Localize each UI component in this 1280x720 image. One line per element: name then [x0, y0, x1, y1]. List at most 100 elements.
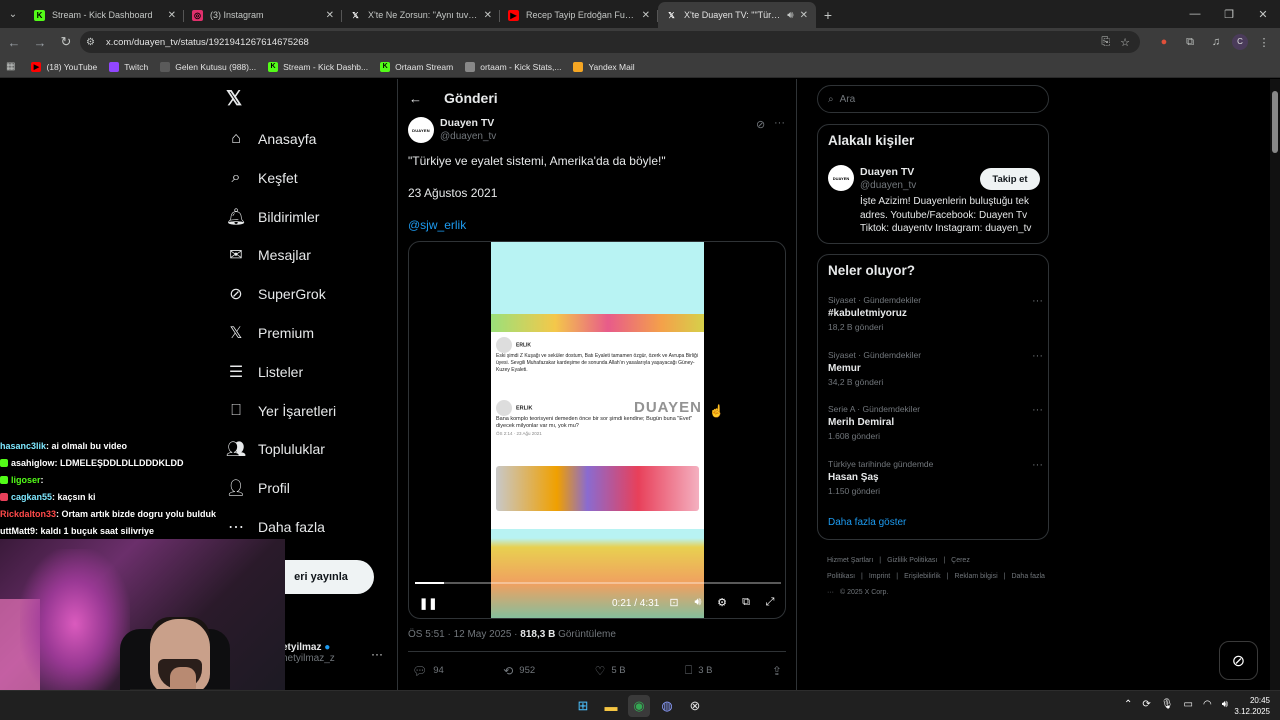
browser-tab[interactable]: 𝕏 X'te Duayen TV: ""Türkiye v 🔊︎ ✕ — [658, 2, 816, 28]
bookmark-button[interactable]: ⎕ 3 B — [685, 663, 712, 678]
post-timestamp[interactable]: ÖS 5:51 · 12 May 2025 · — [408, 629, 520, 640]
install-app-icon[interactable]: ⎘ — [1101, 36, 1110, 49]
nav-item-premium[interactable]: 𝕏 Premium — [226, 321, 314, 345]
mic-icon[interactable]: 🎙︎ — [1161, 699, 1174, 710]
trend-item[interactable]: Siyaset · Gündemdekiler Memur 34,2 B gönde… — [828, 350, 1043, 387]
video-player[interactable]: ERLIK Eski şimdi Z Kuşağı ve seküler dos… — [408, 241, 786, 619]
browser-tab[interactable]: ◎ (3) Instagram ✕ — [184, 2, 342, 28]
new-tab-button[interactable]: + — [816, 2, 840, 28]
start-windows-icon[interactable]: ⊞ — [572, 695, 594, 717]
post-mention-link[interactable]: @sjw_erlik — [408, 218, 466, 232]
nav-item-mesajlar[interactable]: ✉ Mesajlar — [226, 243, 311, 267]
chat-username[interactable]: Rickdalton33 — [0, 509, 56, 519]
trend-more-icon[interactable]: ··· — [1032, 404, 1043, 416]
nav-item-bildirimler[interactable]: 🔔︎ Bildirimler — [226, 205, 320, 229]
search-input[interactable]: ⌕ Ara — [817, 85, 1049, 113]
repost-button[interactable]: ⟲ 952 — [503, 663, 535, 678]
chat-username[interactable]: hasanc3lik — [0, 441, 46, 451]
extensions-puzzle-icon[interactable]: ⧉ — [1180, 36, 1200, 49]
volume-icon[interactable]: 🔊︎ — [691, 596, 705, 609]
wifi-icon[interactable]: ◠ — [1203, 699, 1212, 710]
tab-search-button[interactable]: ⌄ — [0, 0, 26, 28]
settings-gear-icon[interactable]: ⚙ — [715, 596, 729, 609]
speaker-icon[interactable]: 🔊︎ — [1222, 699, 1228, 710]
star-icon[interactable]: ☆ — [1120, 36, 1130, 49]
back-arrow-icon[interactable]: ← — [409, 91, 422, 106]
pause-icon[interactable]: ❚❚ — [419, 597, 437, 610]
nav-item-yer-i̇şaretleri[interactable]: ⎕ Yer İşaretleri — [226, 399, 336, 423]
footer-link[interactable]: © 2025 X Corp. — [840, 589, 888, 596]
profile-avatar[interactable]: C — [1232, 34, 1248, 50]
site-info-icon[interactable]: ⚙ — [86, 37, 102, 48]
post-more-icon[interactable]: ··· — [774, 117, 785, 129]
display-icon[interactable]: ▭ — [1184, 699, 1193, 710]
pip-icon[interactable]: ⧉ — [739, 596, 753, 609]
back-button[interactable]: ← — [2, 30, 26, 54]
browser-tab[interactable]: ▶ Recep Tayip Erdoğan Futbol (G ✕ — [500, 2, 658, 28]
close-tab-icon[interactable]: ✕ — [800, 10, 808, 21]
nav-item-anasayfa[interactable]: ⌂ Anasayfa — [226, 127, 316, 151]
footer-link[interactable]: Gizlilik Politikası — [887, 557, 937, 564]
trend-more-icon[interactable]: ··· — [1032, 459, 1043, 471]
chat-username[interactable]: ligoser — [11, 475, 41, 485]
fullscreen-icon[interactable]: ⤢ — [763, 596, 777, 609]
captions-icon[interactable]: ⊡ — [667, 596, 681, 609]
chat-username[interactable]: cagkan55 — [11, 492, 52, 502]
trend-item[interactable]: Siyaset · Gündemdekiler #kabuletmiyoruz 18… — [828, 295, 1043, 332]
grok-explain-icon[interactable]: ⊘ — [756, 118, 765, 131]
grok-fab-button[interactable]: ⊘ — [1219, 641, 1258, 680]
related-handle[interactable]: @duayen_tv — [860, 180, 916, 191]
like-button[interactable]: ♡ 5 B — [595, 663, 626, 678]
bookmark-item[interactable]: K Stream - Kick Dashb... — [268, 61, 368, 72]
author-name[interactable]: Duayen TV — [440, 117, 494, 129]
x-logo-icon[interactable]: 𝕏 — [226, 89, 246, 109]
maximize-button[interactable]: ❐ — [1212, 0, 1246, 28]
nav-item-keşfet[interactable]: ⌕ Keşfet — [226, 166, 298, 190]
account-switcher[interactable]: etyilmaz ● netyilmaz_z — [282, 642, 335, 664]
bookmark-item[interactable]: Gelen Kutusu (988)... — [160, 61, 256, 72]
follow-button[interactable]: Takip et — [980, 168, 1040, 190]
footer-link[interactable]: Hizmet Şartları — [827, 557, 873, 564]
bookmark-item[interactable]: Yandex Mail — [573, 61, 635, 72]
scrollbar-thumb[interactable] — [1272, 91, 1278, 153]
related-avatar[interactable]: DUAYEN — [828, 165, 854, 191]
minimize-button[interactable]: — — [1178, 0, 1212, 28]
account-more-icon[interactable]: ··· — [371, 647, 383, 661]
sync-icon[interactable]: ⟳ — [1142, 699, 1150, 710]
reply-button[interactable]: 💬︎ 94 — [412, 663, 444, 678]
author-avatar[interactable]: DUAYEN — [408, 117, 434, 143]
bookmark-item[interactable]: Twitch — [109, 61, 148, 72]
close-tab-icon[interactable]: ✕ — [484, 10, 492, 21]
trend-item[interactable]: Serie A · Gündemdekiler Merih Demiral 1.60… — [828, 404, 1043, 441]
media-control-icon[interactable]: ♫ — [1206, 36, 1226, 48]
taskbar-clock[interactable]: 20:45 3.12.2025 — [1234, 695, 1270, 717]
extension-icon[interactable]: ● — [1154, 36, 1174, 48]
close-tab-icon[interactable]: ✕ — [168, 10, 176, 21]
apps-grid-icon[interactable]: ▦ — [6, 61, 15, 72]
footer-link[interactable]: Imprint — [869, 573, 890, 580]
speaker-icon[interactable]: 🔊︎ — [787, 10, 793, 21]
show-more-link[interactable]: Daha fazla göster — [828, 517, 906, 528]
browser-tab[interactable]: 𝕏 X'te Ne Zorsun: "Aynı tuvalete g ✕ — [342, 2, 500, 28]
tray-chevron-icon[interactable]: ⌃ — [1124, 699, 1132, 710]
file-explorer-icon[interactable]: ▬ — [600, 695, 622, 717]
footer-link[interactable]: Reklam bilgisi — [954, 573, 997, 580]
page-scrollbar[interactable] — [1270, 79, 1280, 690]
trend-more-icon[interactable]: ··· — [1032, 295, 1043, 307]
trend-more-icon[interactable]: ··· — [1032, 350, 1043, 362]
chat-username[interactable]: uttMatt9 — [0, 526, 35, 536]
bookmark-item[interactable]: ▶ (18) YouTube — [31, 61, 97, 72]
video-progress-bar[interactable] — [415, 582, 781, 584]
chrome-icon[interactable]: ◉ — [628, 695, 650, 717]
nav-item-supergrok[interactable]: ⊘ SuperGrok — [226, 282, 325, 306]
browser-tab[interactable]: K Stream - Kick Dashboard ✕ — [26, 2, 184, 28]
discord-icon[interactable]: ◍ — [656, 695, 678, 717]
bookmark-item[interactable]: ortaam - Kick Stats,... — [465, 61, 561, 72]
nav-item-listeler[interactable]: ☰ Listeler — [226, 360, 303, 384]
reload-button[interactable]: ↻ — [54, 30, 78, 54]
close-tab-icon[interactable]: ✕ — [642, 10, 650, 21]
related-name[interactable]: Duayen TV — [860, 166, 914, 178]
chat-username[interactable]: asahiglow — [11, 458, 55, 468]
forward-button[interactable]: → — [28, 30, 52, 54]
trend-item[interactable]: Türkiye tarihinde gündemde Hasan Şaş 1.150… — [828, 459, 1043, 496]
